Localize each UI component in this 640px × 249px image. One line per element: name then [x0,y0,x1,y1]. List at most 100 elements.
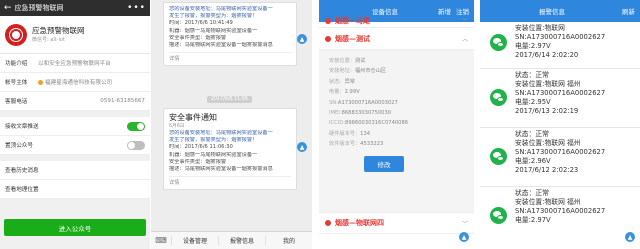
message-line: 安全事件类型：烟雾报警 [169,34,227,41]
alarm-line: 安装位置:物联网 [515,24,565,32]
owner-name: 福建星海通信科技有限公司 [45,80,113,86]
message-line: 机器：烟感一马尾物联网实验室设备一 [169,151,258,158]
edit-device-button[interactable]: 修改 [364,155,404,172]
alarm-line: 状态：正常 [515,130,549,138]
wechat-icon [490,148,507,165]
detail-install-address: 安装地址：福州市仓山区 [329,66,468,76]
setting-label: 接收文章推送 [5,124,39,130]
detail-key: 状态： [329,78,345,85]
top-bar: ← 应急预警物联网 ••• [0,0,150,16]
alarm-info-panel: 报警信息 刷新 安装位置:物联网 SN:A173000716A0002627 电… [480,0,640,249]
alarm-text: 安装位置:物联网 SN:A173000716A0002627 电量:2.97V … [515,24,637,60]
wechat-icon [490,89,507,106]
alarm-list-item[interactable]: 状态：正常 安装位置:物联网 福州 SN:A173000716A0002627 … [480,69,640,128]
info-key: 客服电话 [5,99,28,105]
verified-badge-icon [38,79,43,85]
keyboard-icon[interactable]: ⌨ [151,236,171,245]
info-value: 福建星海通信科技有限公司 [38,78,112,86]
alarm-line: SN:A173000716A0002627 [515,207,606,215]
alarm-dot-icon [325,17,331,24]
alarm-line: 电量:2.97V [515,216,551,224]
message-line: 时间：2017/6/6 11:06:30 [169,144,233,151]
screenshot-collage: ← 应急预警物联网 ••• 应急预警物联网 微信号: alt-iot 功能介绍 … [0,0,640,249]
device-item-collapsed[interactable]: 烟感一马尾 ﹀ [319,14,474,28]
detail-value: 福州市仓山区 [354,68,387,75]
menu-device-management[interactable]: 设备管理 [171,236,218,245]
info-row-owner[interactable]: 帐号主体 福建星海通信科技有限公司 [0,73,150,92]
alarm-line: 状态：正常 [515,189,549,197]
scroll-up-icon[interactable]: ▲ [625,232,635,242]
detail-key: 电量： [329,89,345,96]
alarm-line: 安装位置:物联网 福州 [515,80,581,88]
message-detail-link[interactable]: 详情 [169,176,291,186]
alarm-line: SN:A173000716A0002627 [515,148,606,156]
detail-value: 134 [360,130,371,137]
detail-value: 测试 [354,58,366,64]
alarm-list-item[interactable]: 状态：正常 安装位置:物联网 福州 SN:A173000716A0002627 … [480,187,640,246]
scroll-up-icon[interactable]: ▲ [297,34,307,44]
back-arrow-icon[interactable]: ← [4,3,12,13]
chevron-down-icon: ﹀ [461,18,468,25]
message-line: 机器：烟感一马尾物联网实验室设备一 [169,27,258,34]
top-bar-title: 应急预警物联网 [14,4,64,12]
pin-top-toggle[interactable] [127,140,145,150]
menu-mine[interactable]: 我的 [265,236,312,245]
alarm-message-card[interactable]: 您的设备安装地址：马尾物联网实验室设备一 发生了报警，报警类型为：烟雾报警！ 时… [163,2,297,67]
alarm-list-item[interactable]: 安装位置:物联网 SN:A173000716A0002627 电量:2.97V … [480,22,640,69]
scroll-up-icon[interactable]: ▲ [297,142,307,152]
alarm-text: 状态：正常 安装位置:物联网 福州 SN:A173000716A0002627 … [515,71,637,116]
scroll-up-icon[interactable]: ▲ [459,232,469,242]
official-account-profile-panel: ← 应急预警物联网 ••• 应急预警物联网 微信号: alt-iot 功能介绍 … [0,0,150,249]
more-options-icon[interactable]: ••• [127,3,146,13]
info-row-phone[interactable]: 客服电话 0591-63185667 [0,92,150,111]
alarm-text: 状态：正常 安装位置:物联网 福州 SN:A173000716A0002627 … [515,130,637,175]
link-label: 查看历史消息 [5,168,39,174]
link-label: 查看地理位置 [5,187,39,193]
header-actions: 新增 注销 [438,6,469,16]
message-line: 发生了报警，报警类型为：烟雾报警！ [169,137,258,144]
device-item-expanded[interactable]: 烟感—测试 ︿ [319,28,474,50]
detail-key: 硬件版本号： [329,130,361,137]
view-location-link[interactable]: 查看地理位置 [0,180,150,199]
logout-button[interactable]: 注销 [456,6,469,16]
view-history-link[interactable]: 查看历史消息 [0,161,150,180]
alarm-info-title: 报警信息 [539,8,565,16]
message-line: 描述：马尾物联网实验室设备一烟雾报警消息 [169,42,273,49]
message-detail-link[interactable]: 详情 [169,52,291,62]
account-id: 微信号: alt-iot [32,36,65,43]
account-logo-icon [5,23,27,46]
alarm-dot-icon [325,220,331,226]
alarm-line: 电量:2.95V [515,98,551,106]
account-name-block: 应急预警物联网 微信号: alt-iot [32,26,85,44]
detail-key: 安装位置： [329,58,355,64]
info-row-intro: 功能介绍 以和安全应急预警物联网平台 [0,54,150,73]
account-name: 应急预警物联网 [32,25,85,35]
alarm-line: 状态：正常 [515,71,549,79]
alarm-line: 电量:2.96V [515,157,551,165]
device-item-collapsed[interactable]: 烟感—物联网四 ﹀ [319,212,474,234]
alarm-list-item[interactable]: 状态：正常 安装位置:物联网 福州 SN:A173000716A0002627 … [480,128,640,187]
refresh-button[interactable]: 刷新 [622,6,635,16]
account-settings: 接收文章推送 置顶公众号 [0,117,150,155]
message-line: 描述：马尾物联网实验室设备一烟雾报警消息 [169,166,273,173]
menu-alarm-info[interactable]: 报警信息 [218,236,265,245]
detail-key: 软件版本号： [329,141,361,148]
account-links: 查看历史消息 查看地理位置 [0,161,150,199]
chat-timestamp: 2017/6/6 11:06 [207,96,252,103]
alarm-line: 安装位置:物联网 福州 [515,198,581,206]
chevron-down-icon: ﹀ [461,220,468,228]
detail-hardware-version: 硬件版本号：134 [329,129,468,139]
receive-articles-toggle[interactable] [127,121,145,131]
add-device-button[interactable]: 新增 [438,6,451,16]
enter-account-button[interactable]: 进入公众号 [4,219,146,236]
alarm-message-card[interactable]: 安全事件通知 6月6日 您的设备安装地址：马尾物联网实验室设备一 发生了报警，报… [163,108,297,191]
chat-messages-panel: 您的设备安装地址：马尾物联网实验室设备一 发生了报警，报警类型为：烟雾报警！ 时… [151,0,312,249]
detail-value: A173000716A0003027 [337,99,398,106]
message-line: 时间：2017/6/6 10:41:49 [169,20,233,27]
detail-value: 89860030316C0740086 [345,120,409,127]
detail-software-version: 软件版本号：4533223 [329,139,468,149]
detail-key: IMEI: [329,110,342,117]
detail-value: 2.99V [344,89,360,96]
device-name: 烟感—测试 [335,34,370,43]
detail-imei: IMEI:868833030750030 [329,108,468,118]
